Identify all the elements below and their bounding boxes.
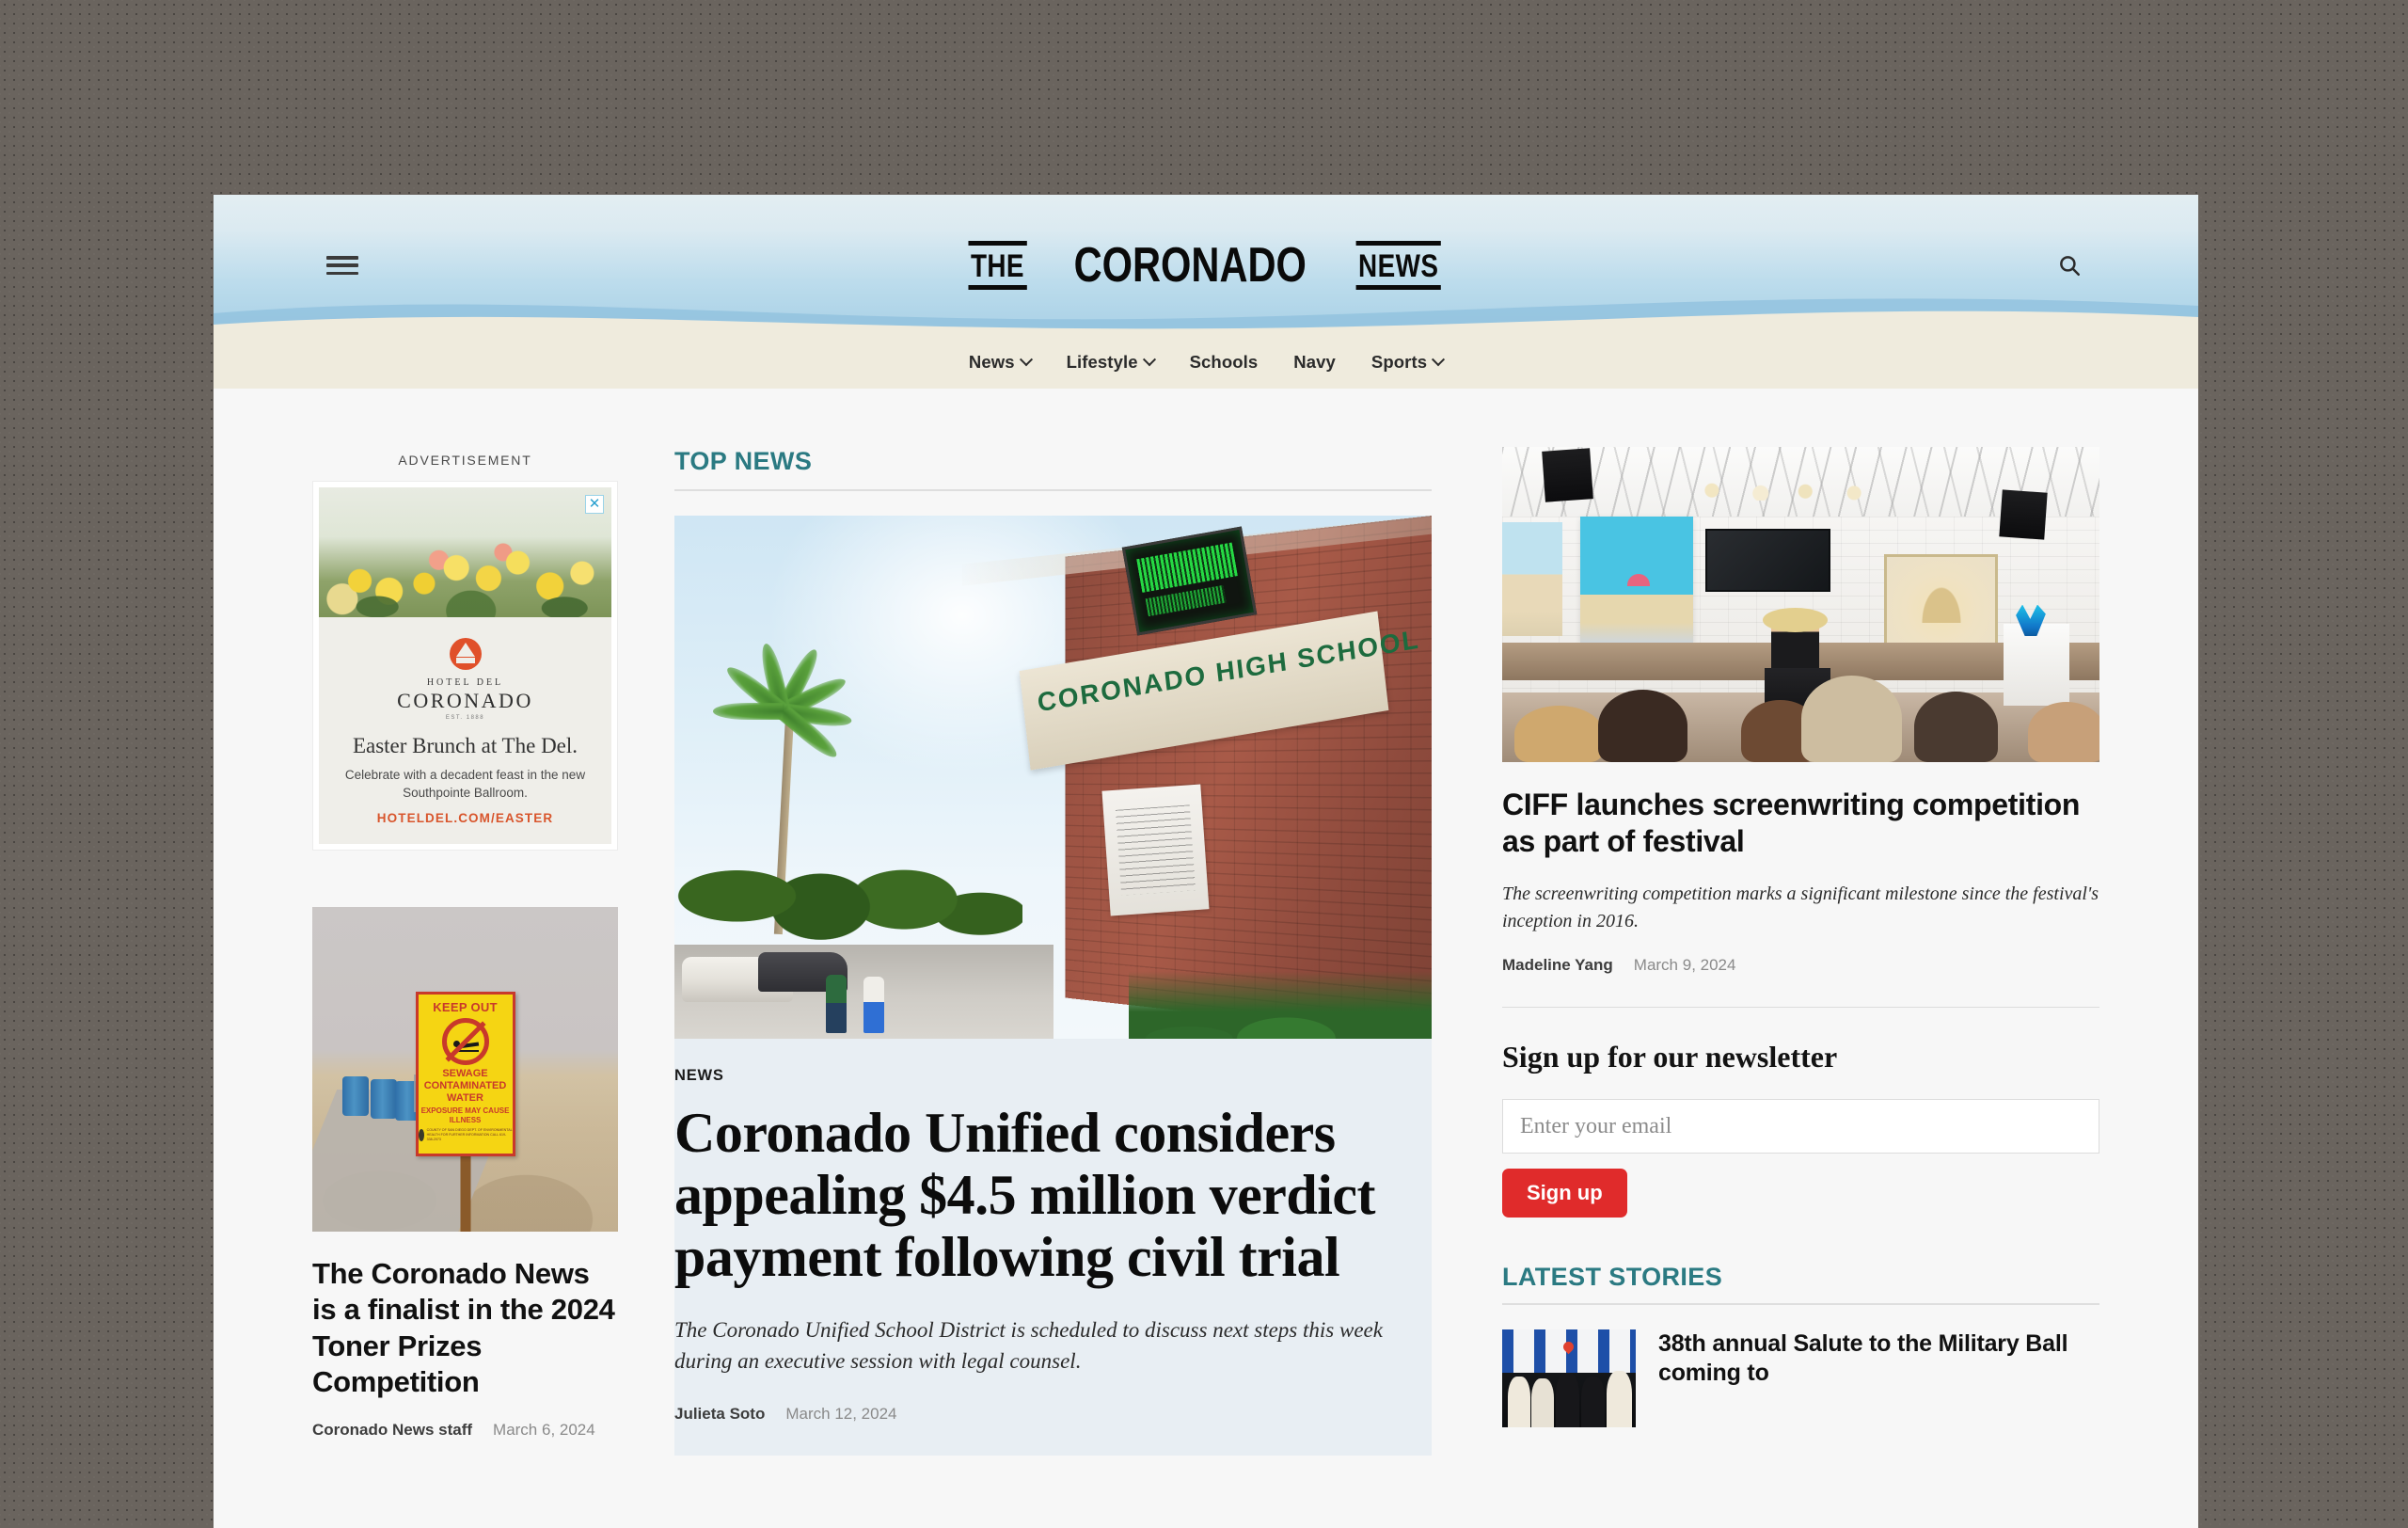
author-name[interactable]: Coronado News staff [312, 1421, 472, 1440]
track-lights [1687, 475, 1891, 501]
no-swimming-icon [441, 1018, 489, 1065]
sign-title: KEEP OUT [433, 1000, 498, 1014]
right-sidebar: CIFF launches screenwriting competition … [1460, 389, 2198, 1428]
section-title-top-news: TOP NEWS [674, 447, 813, 475]
ciff-story-dek: The screenwriting competition marks a si… [1502, 883, 2099, 932]
section-divider [1502, 1303, 2099, 1306]
artwork [1884, 553, 1999, 656]
advertisement-block: ADVERTISEMENT ✕ HOTEL DEL CORONADO EST. … [312, 453, 618, 852]
nav-label: Sports [1370, 352, 1428, 372]
nav-label: Schools [1189, 352, 1259, 372]
artwork [1579, 516, 1694, 643]
ad-brand-small: HOTEL DEL [426, 677, 504, 688]
nav-item-navy[interactable]: Navy [1293, 352, 1336, 373]
ciff-story-image [1502, 447, 2099, 762]
hero-dek: The Coronado Unified School District is … [674, 1318, 1383, 1374]
left-story-card[interactable]: KEEP OUT SEWAGE CONTAMINATED WATER EXPOS… [312, 907, 618, 1440]
hero-headline[interactable]: Coronado Unified considers appealing $4.… [674, 1102, 1432, 1288]
newsletter-heading: Sign up for our newsletter [1502, 1040, 1838, 1074]
ad-brand-est: EST. 1888 [445, 715, 485, 721]
nav-item-news[interactable]: News [968, 352, 1033, 373]
sign-line-2: EXPOSURE MAY CAUSE ILLNESS [420, 1106, 510, 1124]
publish-date: March 6, 2024 [493, 1420, 595, 1439]
site-logo[interactable]: THE CORONADO NEWS [962, 241, 1450, 290]
nav-item-schools[interactable]: Schools [1190, 352, 1259, 373]
ad-body: HOTEL DEL CORONADO EST. 1888 Easter Brun… [319, 617, 611, 845]
sign-fine-print: COUNTY OF SAN DIEGO DEPT. OF ENVIRONMENT… [426, 1128, 513, 1142]
ad-brand-big: CORONADO [397, 689, 533, 712]
site-header: THE CORONADO NEWS [214, 195, 2198, 336]
sign-line-1: SEWAGE CONTAMINATED WATER [423, 1068, 507, 1104]
artwork [1502, 522, 1562, 636]
chevron-down-icon [1019, 353, 1033, 367]
signup-button[interactable]: Sign up [1502, 1169, 1627, 1218]
audience [1502, 661, 2099, 762]
logo-news: NEWS [1355, 241, 1441, 290]
left-story-byline: Coronado News staff March 6, 2024 [312, 1421, 618, 1440]
hamburger-icon[interactable] [326, 253, 358, 278]
hero-kicker[interactable]: NEWS [674, 1067, 1432, 1085]
hero-story-card[interactable]: CORONADO HIGH SCHOOL NEWS Coronado Unifi… [674, 516, 1432, 1456]
ad-card[interactable]: ✕ HOTEL DEL CORONADO EST. 1888 Easter Br… [312, 481, 618, 852]
nav-label: News [968, 352, 1015, 372]
latest-item-thumbnail [1502, 1329, 1636, 1428]
publish-date: March 9, 2024 [1633, 956, 1736, 975]
hero-byline: Julieta Soto March 12, 2024 [674, 1405, 1432, 1424]
speaker-box-icon [1999, 489, 2048, 540]
nav-label: Lifestyle [1066, 352, 1138, 372]
logo-coronado: CORONADO [1073, 238, 1307, 293]
hotel-del-logo-icon [449, 638, 482, 670]
close-icon[interactable]: ✕ [585, 495, 604, 514]
ad-headline: Easter Brunch at The Del. [352, 734, 578, 757]
wall-television [1704, 529, 1831, 593]
chevron-down-icon [1142, 353, 1156, 367]
page-columns: ADVERTISEMENT ✕ HOTEL DEL CORONADO EST. … [214, 389, 2198, 1456]
hero-story-body: NEWS Coronado Unified considers appealin… [674, 1039, 1432, 1456]
nav-item-sports[interactable]: Sports [1370, 352, 1446, 373]
ad-photo-flowers: ✕ [319, 487, 611, 617]
ciff-story-title[interactable]: CIFF launches screenwriting competition … [1502, 787, 2099, 860]
author-name[interactable]: Julieta Soto [674, 1405, 765, 1424]
page-viewport: THE CORONADO NEWS News Lifestyle Schools [214, 195, 2198, 1528]
newsletter-signup: Sign up for our newsletter Sign up [1502, 1008, 2099, 1218]
ciff-story-card[interactable]: CIFF launches screenwriting competition … [1502, 447, 2099, 975]
nav-item-lifestyle[interactable]: Lifestyle [1066, 352, 1156, 373]
main-navigation: News Lifestyle Schools Navy Sports [214, 336, 2198, 389]
hero-story-image: CORONADO HIGH SCHOOL [674, 516, 1432, 1039]
nav-label: Navy [1293, 352, 1336, 372]
speaker-box-icon [1542, 448, 1594, 502]
wall-poster [1101, 784, 1210, 917]
section-title-latest-stories: LATEST STORIES [1502, 1263, 1723, 1292]
left-story-title[interactable]: The Coronado News is a finalist in the 2… [312, 1256, 618, 1400]
sign-seal-row: COUNTY OF SAN DIEGO DEPT. OF ENVIRONMENT… [418, 1128, 513, 1142]
ad-subline: Celebrate with a decadent feast in the n… [344, 768, 586, 801]
main-content: TOP NEWS CORONADO HIGH SCHOOL NEWS Coron… [656, 389, 1460, 1456]
section-divider [674, 489, 1432, 491]
latest-item-title[interactable]: 38th annual Salute to the Military Ball … [1658, 1329, 2099, 1387]
county-seal-icon [418, 1129, 424, 1142]
advertisement-label: ADVERTISEMENT [398, 453, 532, 468]
left-story-image: KEEP OUT SEWAGE CONTAMINATED WATER EXPOS… [312, 907, 618, 1233]
author-name[interactable]: Madeline Yang [1502, 956, 1613, 975]
keep-out-sign: KEEP OUT SEWAGE CONTAMINATED WATER EXPOS… [415, 992, 515, 1156]
logo-the: THE [968, 241, 1027, 290]
publish-date: March 12, 2024 [785, 1405, 897, 1424]
search-icon[interactable] [2053, 249, 2085, 281]
chevron-down-icon [1432, 353, 1446, 367]
ciff-story-byline: Madeline Yang March 9, 2024 [1502, 956, 2099, 975]
left-sidebar: ADVERTISEMENT ✕ HOTEL DEL CORONADO EST. … [214, 389, 656, 1440]
latest-list-item[interactable]: 38th annual Salute to the Military Ball … [1502, 1329, 2099, 1428]
email-field[interactable] [1502, 1099, 2099, 1154]
ad-url[interactable]: HOTELDEL.COM/EASTER [332, 811, 598, 825]
